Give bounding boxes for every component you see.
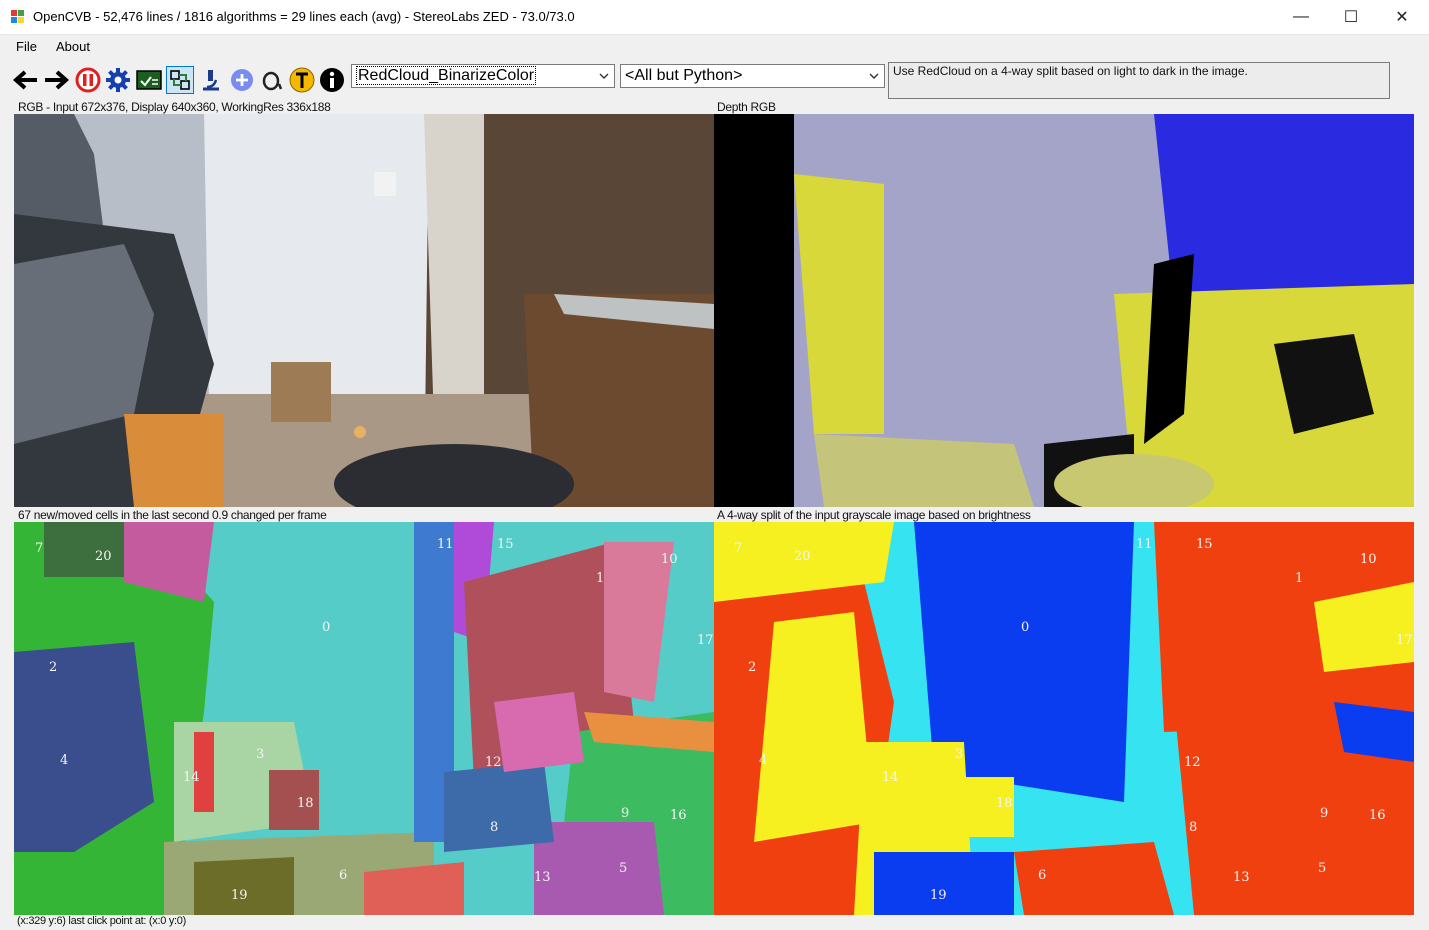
- cell-label: 2: [49, 660, 58, 675]
- cell-label: 16: [670, 808, 687, 823]
- cell-label: 18: [297, 796, 314, 811]
- chevron-down-icon: [869, 73, 879, 79]
- test-all-icon[interactable]: [135, 66, 163, 94]
- cell-label: 12: [485, 755, 502, 770]
- cells-caption: 67 new/moved cells in the last second 0.…: [18, 508, 327, 522]
- info-icon[interactable]: [318, 66, 346, 94]
- split-label: 20: [794, 549, 811, 564]
- split-label: 5: [1318, 861, 1327, 876]
- maximize-button[interactable]: ☐: [1326, 0, 1376, 34]
- depth-caption: Depth RGB: [717, 100, 776, 114]
- minimize-button[interactable]: —: [1276, 0, 1326, 34]
- split-label: 12: [1184, 755, 1201, 770]
- cell-label: 8: [490, 820, 499, 835]
- pause-icon[interactable]: [74, 66, 102, 94]
- title-bar: OpenCVB - 52,476 lines / 1816 algorithms…: [0, 0, 1429, 35]
- algorithm-description: Use RedCloud on a 4-way split based on l…: [888, 62, 1390, 99]
- split-label: 4: [759, 753, 768, 768]
- gear-icon[interactable]: [104, 66, 132, 94]
- cell-label: 5: [619, 861, 628, 876]
- rgb-image-panel[interactable]: [14, 114, 714, 507]
- cell-label: 1: [596, 571, 605, 586]
- translate-T-icon[interactable]: [288, 66, 316, 94]
- split-label: 9: [1320, 806, 1329, 821]
- split-panel[interactable]: [714, 522, 1414, 915]
- microscope-icon[interactable]: [197, 66, 225, 94]
- window-title: OpenCVB - 52,476 lines / 1816 algorithms…: [33, 9, 575, 24]
- split-label: 8: [1189, 820, 1198, 835]
- group-select[interactable]: <All but Python>: [620, 64, 885, 88]
- split-label: 0: [1021, 620, 1030, 635]
- cell-label: 3: [256, 747, 265, 762]
- menu-about[interactable]: About: [56, 39, 90, 54]
- rgb-caption: RGB - Input 672x376, Display 640x360, Wo…: [18, 100, 331, 114]
- menu-bar: File About: [0, 35, 1429, 59]
- depth-image-panel[interactable]: [714, 114, 1414, 507]
- cell-label: 11: [437, 537, 454, 552]
- cell-label: 9: [621, 806, 630, 821]
- split-caption: A 4-way split of the input grayscale ima…: [717, 508, 1031, 522]
- cell-label: 17: [697, 633, 714, 648]
- split-label: 1: [1295, 571, 1304, 586]
- split-label: 17: [1396, 633, 1413, 648]
- close-button[interactable]: ✕: [1377, 0, 1427, 34]
- cell-label: 13: [534, 870, 551, 885]
- cell-label: 19: [231, 888, 248, 903]
- status-text: (x:329 y:6) last click point at: (x:0 y:…: [17, 915, 186, 927]
- algorithm-select[interactable]: RedCloud_BinarizeColor: [351, 64, 615, 88]
- snapshot-icon[interactable]: [166, 66, 194, 94]
- split-label: 10: [1360, 552, 1377, 567]
- split-label: 16: [1369, 808, 1386, 823]
- split-label: 7: [734, 541, 743, 556]
- split-label: 13: [1233, 870, 1250, 885]
- split-label: 18: [996, 796, 1013, 811]
- algorithm-select-value: RedCloud_BinarizeColor: [356, 66, 537, 85]
- forward-arrow-icon[interactable]: [42, 66, 70, 94]
- back-arrow-icon[interactable]: [12, 66, 40, 94]
- split-label: 3: [955, 747, 964, 762]
- split-label: 2: [748, 660, 757, 675]
- cell-label: 0: [322, 620, 331, 635]
- chevron-down-icon: [599, 73, 609, 79]
- cell-label: 7: [35, 541, 44, 556]
- redcloud-cells-image: [14, 522, 714, 915]
- cell-label: 20: [95, 549, 112, 564]
- cell-label: 15: [497, 537, 514, 552]
- split-label: 6: [1038, 868, 1047, 883]
- group-select-value: <All but Python>: [625, 67, 743, 84]
- four-way-split-image: [714, 522, 1414, 915]
- cell-label: 10: [661, 552, 678, 567]
- menu-file[interactable]: File: [16, 39, 37, 54]
- cell-label: 14: [183, 770, 200, 785]
- rgb-camera-image: [14, 114, 714, 507]
- split-label: 15: [1196, 537, 1213, 552]
- depth-image: [714, 114, 1414, 507]
- cell-label: 6: [339, 868, 348, 883]
- cell-label: 4: [60, 753, 69, 768]
- zoom-icon[interactable]: [258, 66, 286, 94]
- plus-circle-icon[interactable]: [228, 66, 256, 94]
- split-label: 19: [930, 888, 947, 903]
- split-label: 11: [1136, 537, 1153, 552]
- app-icon: [11, 10, 25, 24]
- split-label: 14: [882, 770, 899, 785]
- cells-panel[interactable]: [14, 522, 714, 915]
